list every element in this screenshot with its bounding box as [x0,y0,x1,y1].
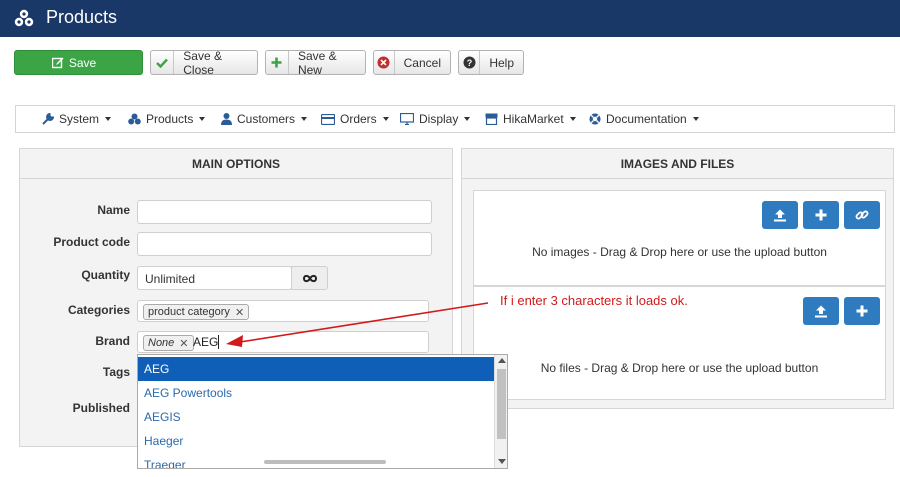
annotation-text: If i enter 3 characters it loads ok. [500,293,688,308]
annotation-arrow-icon [226,302,489,347]
